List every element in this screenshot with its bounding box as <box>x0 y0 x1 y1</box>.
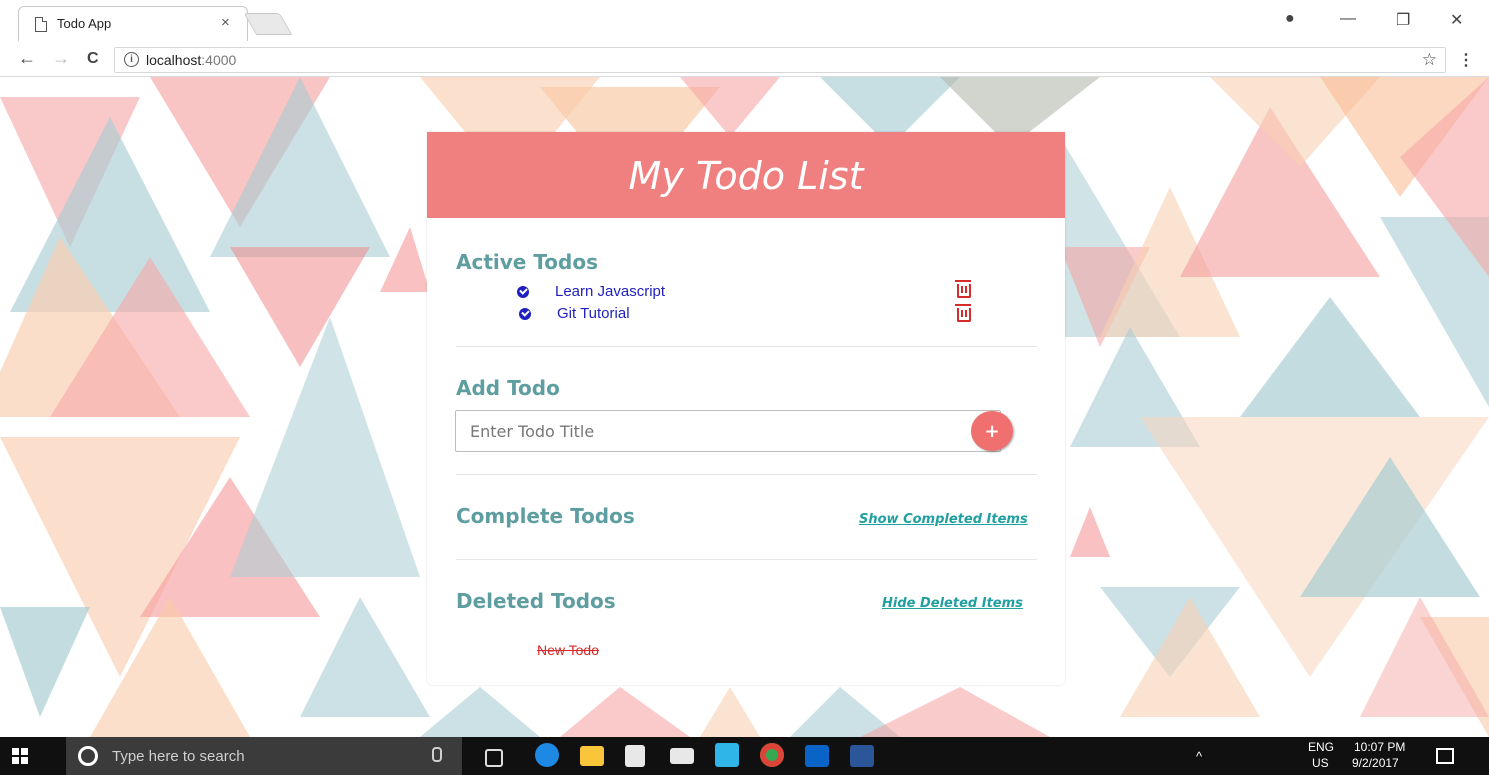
active-todos-heading: Active Todos <box>456 250 599 274</box>
action-center-icon[interactable] <box>1436 748 1454 764</box>
minimize-icon[interactable]: — <box>1340 10 1356 28</box>
language-indicator[interactable]: ENG <box>1308 740 1334 754</box>
clock-date[interactable]: 9/2/2017 <box>1352 756 1399 770</box>
chrome-icon[interactable] <box>760 743 784 767</box>
forward-arrow-icon[interactable]: → <box>52 48 70 69</box>
trash-icon[interactable] <box>955 280 971 298</box>
menu-dots-icon[interactable]: ⋮ <box>1458 50 1474 70</box>
browser-toolbar: ← → C i localhost:4000 ☆ ⋮ <box>0 42 1489 77</box>
add-todo-button[interactable]: + <box>971 411 1013 451</box>
deleted-todos-heading: Deleted Todos <box>456 589 616 613</box>
mail-icon[interactable] <box>670 748 694 764</box>
reload-icon[interactable]: C <box>87 50 99 68</box>
store-icon[interactable] <box>625 745 645 767</box>
file-explorer-icon[interactable] <box>580 746 604 766</box>
section-divider <box>456 474 1037 475</box>
taskbar-search-placeholder: Type here to search <box>112 748 245 765</box>
window-close-icon[interactable]: ✕ <box>1450 10 1463 30</box>
edge-browser-icon[interactable] <box>535 743 559 767</box>
page-icon <box>35 17 47 32</box>
info-icon[interactable]: i <box>124 52 139 67</box>
back-arrow-icon[interactable]: ← <box>18 48 36 69</box>
todo-title-input[interactable] <box>455 410 1001 452</box>
todo-card: My Todo List Active Todos Learn Javascri… <box>427 132 1065 685</box>
check-circle-icon[interactable] <box>517 286 529 298</box>
windows-start-icon[interactable] <box>12 748 28 764</box>
url-port: :4000 <box>201 52 237 68</box>
page-viewport: My Todo List Active Todos Learn Javascri… <box>0 77 1489 737</box>
profile-icon[interactable]: ● <box>1285 10 1295 28</box>
microphone-icon[interactable] <box>432 747 442 762</box>
app-title: My Todo List <box>628 154 864 198</box>
browser-tab-strip: Todo App × ● — ❐ ✕ <box>0 0 1489 43</box>
section-divider <box>456 559 1037 560</box>
section-divider <box>456 346 1037 347</box>
check-circle-icon[interactable] <box>519 308 531 320</box>
word-icon[interactable] <box>850 745 874 767</box>
deleted-todo-item: New Todo <box>537 642 600 658</box>
complete-todos-heading: Complete Todos <box>456 504 635 528</box>
tab-close-icon[interactable]: × <box>221 14 230 31</box>
show-completed-link[interactable]: Show Completed Items <box>859 512 1028 527</box>
clock-time[interactable]: 10:07 PM <box>1354 740 1405 754</box>
region-indicator[interactable]: US <box>1312 756 1329 770</box>
new-tab-button[interactable] <box>243 13 293 35</box>
taskbar-search-box[interactable]: Type here to search <box>66 737 462 775</box>
star-icon[interactable]: ☆ <box>1422 50 1437 70</box>
card-header: My Todo List <box>427 132 1065 218</box>
restore-icon[interactable]: ❐ <box>1396 10 1410 30</box>
todo-label[interactable]: Learn Javascript <box>555 283 665 300</box>
todo-label[interactable]: Git Tutorial <box>557 305 630 322</box>
url-host: localhost <box>146 52 202 68</box>
task-view-icon[interactable] <box>485 749 503 767</box>
browser-tab[interactable]: Todo App × <box>18 6 248 41</box>
add-todo-heading: Add Todo <box>456 376 560 400</box>
windows-taskbar: Type here to search ^ ENG US 10:07 PM 9/… <box>0 737 1489 775</box>
trash-icon[interactable] <box>955 304 971 322</box>
tab-title: Todo App <box>57 16 112 31</box>
tray-chevron-icon[interactable]: ^ <box>1196 749 1202 764</box>
hide-deleted-link[interactable]: Hide Deleted Items <box>882 596 1023 611</box>
cortana-icon <box>78 746 98 766</box>
address-bar[interactable]: i localhost:4000 ☆ <box>114 47 1446 73</box>
outlook-icon[interactable] <box>805 745 829 767</box>
url-text: localhost:4000 <box>146 52 236 68</box>
webstorm-icon[interactable] <box>715 743 739 767</box>
